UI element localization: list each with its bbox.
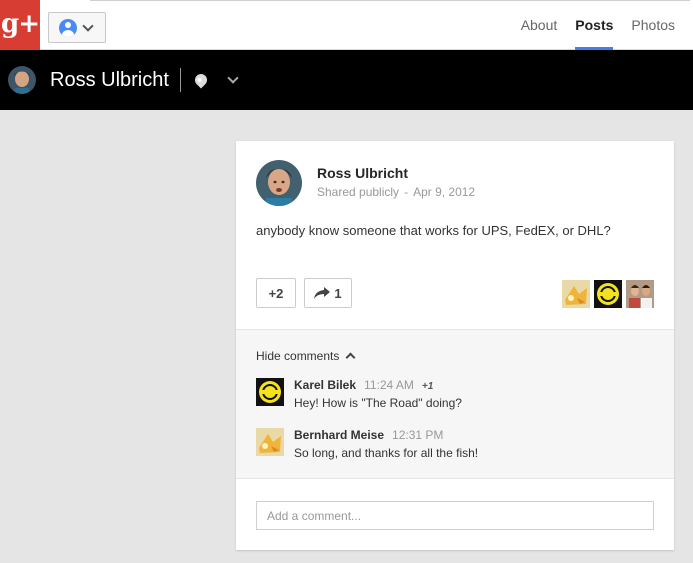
account-switcher-button[interactable] bbox=[48, 12, 106, 43]
comment-body: Bernhard Meise 12:31 PM So long, and tha… bbox=[294, 428, 478, 460]
comment-body: Karel Bilek 11:24 AM +1 Hey! How is "The… bbox=[294, 378, 462, 410]
sharer-avatar[interactable] bbox=[626, 280, 654, 308]
post-actions: +2 1 bbox=[256, 278, 352, 308]
tab-photos[interactable]: Photos bbox=[631, 0, 693, 50]
share-button[interactable]: 1 bbox=[304, 278, 352, 308]
comment-header: Bernhard Meise 12:31 PM bbox=[294, 428, 478, 442]
comment-header: Karel Bilek 11:24 AM +1 bbox=[294, 378, 462, 392]
post-meta: Shared publicly - Apr 9, 2012 bbox=[317, 185, 475, 199]
divider bbox=[179, 68, 181, 92]
commenter-name[interactable]: Karel Bilek bbox=[294, 378, 356, 392]
comment-time[interactable]: 12:31 PM bbox=[392, 428, 443, 442]
author-name[interactable]: Ross Ulbricht bbox=[317, 165, 475, 181]
author-info: Ross Ulbricht Shared publicly - Apr 9, 201… bbox=[317, 165, 475, 206]
comment-text: Hey! How is "The Road" doing? bbox=[294, 396, 462, 410]
separator: - bbox=[404, 185, 409, 199]
plus-one-button[interactable]: +2 bbox=[256, 278, 296, 308]
share-count: 1 bbox=[334, 285, 342, 301]
visibility-label[interactable]: Shared publicly bbox=[317, 185, 399, 199]
person-icon bbox=[59, 18, 77, 37]
share-arrow-icon bbox=[314, 287, 331, 299]
profile-tabs: About Posts Photos bbox=[521, 0, 693, 50]
commenter-avatar[interactable] bbox=[256, 428, 284, 456]
add-comment-input[interactable]: Add a comment... bbox=[256, 501, 654, 530]
post-date[interactable]: Apr 9, 2012 bbox=[413, 185, 475, 199]
commenter-name[interactable]: Bernhard Meise bbox=[294, 428, 384, 442]
post-card: Ross Ulbricht Shared publicly - Apr 9, 201… bbox=[236, 141, 674, 550]
post-body: anybody know someone that works for UPS,… bbox=[256, 223, 611, 238]
google-plus-logo[interactable]: g+ bbox=[0, 0, 40, 50]
chevron-down-icon[interactable] bbox=[227, 72, 239, 84]
hide-comments-label: Hide comments bbox=[256, 349, 340, 363]
commenter-avatar[interactable] bbox=[256, 378, 284, 406]
location-pin-icon[interactable] bbox=[192, 71, 210, 89]
logo-text: g+ bbox=[1, 9, 40, 39]
comment-item: Bernhard Meise 12:31 PM So long, and tha… bbox=[256, 428, 478, 460]
sharer-avatar[interactable] bbox=[594, 280, 622, 308]
top-bar: g+ About Posts Photos bbox=[0, 0, 693, 50]
sharer-avatars bbox=[562, 280, 654, 308]
tab-posts[interactable]: Posts bbox=[575, 0, 631, 50]
chevron-down-icon bbox=[82, 19, 94, 32]
post-header: Ross Ulbricht Shared publicly - Apr 9, 201… bbox=[256, 160, 475, 206]
tab-about[interactable]: About bbox=[521, 0, 576, 50]
profile-avatar[interactable] bbox=[8, 66, 36, 94]
comment-text: So long, and thanks for all the fish! bbox=[294, 446, 479, 460]
comments-section: Hide comments Karel Bilek 11:24 AM +1 He… bbox=[236, 329, 674, 479]
comment-plus-one[interactable]: +1 bbox=[422, 381, 433, 392]
profile-header-bar: Ross Ulbricht bbox=[0, 50, 693, 110]
profile-name[interactable]: Ross Ulbricht bbox=[50, 69, 169, 92]
comment-item: Karel Bilek 11:24 AM +1 Hey! How is "The… bbox=[256, 378, 462, 410]
chevron-up-icon bbox=[345, 352, 356, 363]
sharer-avatar[interactable] bbox=[562, 280, 590, 308]
comment-time[interactable]: 11:24 AM bbox=[364, 378, 414, 392]
author-avatar[interactable] bbox=[256, 160, 302, 206]
hide-comments-toggle[interactable]: Hide comments bbox=[256, 349, 356, 363]
